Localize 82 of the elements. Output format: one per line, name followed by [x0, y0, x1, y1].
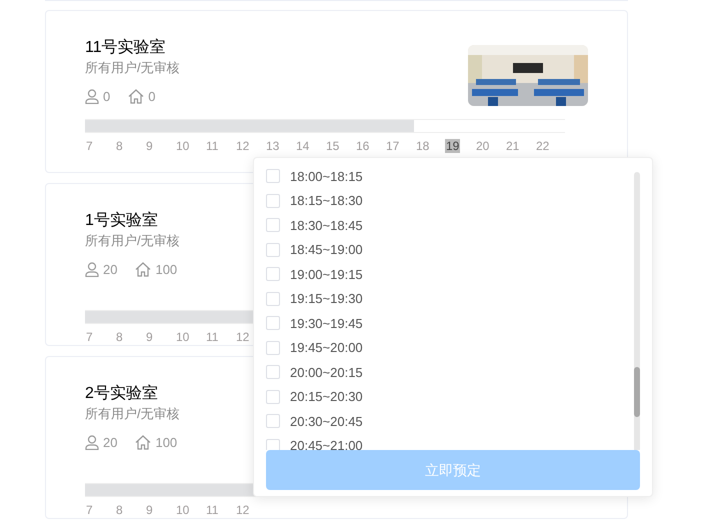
slot-label: 20:30~20:45: [290, 412, 363, 430]
hour-label: 21: [505, 138, 520, 152]
hour-label: 7: [85, 330, 94, 344]
slot-checkbox[interactable]: [266, 292, 280, 306]
hour-label: 8: [115, 502, 124, 516]
slot-checkbox[interactable]: [266, 340, 280, 355]
hour-label: 17: [385, 138, 400, 152]
hour-label: 12: [235, 330, 250, 344]
house-icon: [135, 262, 152, 278]
slot-checkbox[interactable]: [266, 194, 280, 208]
time-slot-option[interactable]: 19:45~20:00: [266, 336, 622, 360]
slot-checkbox[interactable]: [266, 390, 280, 404]
slot-label: 19:45~20:00: [290, 339, 363, 357]
hour-label: 7: [85, 502, 94, 516]
lab-access: 所有用户/无审核: [85, 405, 180, 423]
user-icon: [85, 89, 99, 104]
hour-label: 19: [445, 138, 460, 152]
hour-label: 11: [205, 138, 220, 152]
hour-label: 8: [115, 138, 124, 152]
slot-label: 20:00~20:15: [290, 364, 363, 382]
time-slot-option[interactable]: 19:15~19:30: [266, 286, 622, 311]
hour-label: 9: [145, 502, 154, 516]
hour-label: 14: [295, 138, 310, 152]
hour-label: 9: [145, 138, 154, 152]
slot-checkbox[interactable]: [266, 365, 280, 380]
time-slot-option[interactable]: 20:45~21:00: [266, 434, 622, 450]
hour-label: 10: [175, 138, 190, 152]
capacity-count: 0: [148, 88, 156, 106]
lab-access: 所有用户/无审核: [85, 232, 180, 250]
hour-label: 18: [415, 138, 430, 152]
hour-label: 22: [535, 138, 550, 152]
people-count: 0: [103, 88, 110, 106]
slot-checkbox[interactable]: [266, 438, 280, 450]
time-slot-option[interactable]: 20:00~20:15: [266, 360, 622, 384]
lab-title: 2号实验室: [85, 384, 159, 404]
hour-label: 7: [85, 138, 94, 152]
hour-label: 13: [265, 138, 280, 152]
hour-label: 10: [175, 330, 190, 344]
capacity-count: 100: [155, 434, 178, 452]
hour-label: 12: [235, 502, 250, 516]
time-slot-option[interactable]: 19:00~19:15: [266, 262, 622, 286]
scrollbar-thumb[interactable]: [634, 367, 640, 417]
time-slot-option[interactable]: 20:15~20:30: [266, 384, 622, 409]
slot-label: 19:15~19:30: [290, 290, 363, 308]
hour-label: 12: [235, 138, 250, 152]
people-count: 20: [103, 261, 118, 279]
slot-checkbox[interactable]: [266, 414, 280, 428]
slot-checkbox[interactable]: [266, 218, 280, 232]
house-icon: [135, 435, 152, 450]
time-slot-option[interactable]: 18:30~18:45: [266, 213, 622, 238]
capacity-count: 100: [155, 261, 178, 279]
house-icon: [128, 89, 144, 104]
slot-label: 19:00~19:15: [290, 266, 363, 284]
lab-card[interactable]: 11号实验室 所有用户/无审核 0 0 7 8 9 10 11 12 13 14 15 16 17 18 19 20 21 22: [45, 10, 628, 173]
slot-checkbox[interactable]: [266, 242, 280, 257]
user-icon: [85, 262, 99, 278]
time-slot-option[interactable]: 19:30~19:45: [266, 311, 622, 336]
hour-label: 16: [355, 138, 370, 152]
hour-label: 11: [205, 330, 220, 344]
slot-checkbox[interactable]: [266, 267, 280, 282]
time-slot-option[interactable]: 20:30~20:45: [266, 409, 622, 434]
hour-label: 8: [115, 330, 124, 344]
slot-label: 18:45~19:00: [290, 241, 363, 259]
slot-checkbox[interactable]: [266, 169, 280, 184]
slot-label: 20:15~20:30: [290, 388, 363, 406]
people-count: 20: [103, 434, 118, 452]
slot-label: 18:30~18:45: [290, 216, 363, 234]
hour-label: 20: [475, 138, 490, 152]
time-slot-option[interactable]: 18:15~18:30: [266, 188, 622, 213]
lab-title: 1号实验室: [85, 210, 159, 231]
slot-checkbox[interactable]: [266, 316, 280, 330]
slot-label: 19:30~19:45: [290, 314, 363, 332]
hour-label: 15: [325, 138, 340, 152]
hour-label: 11: [205, 502, 220, 516]
hour-label: 9: [145, 330, 154, 344]
user-icon: [85, 435, 99, 450]
time-slot-option[interactable]: 18:45~19:00: [266, 238, 622, 262]
slot-label: 18:15~18:30: [290, 192, 363, 210]
slot-label: 20:45~21:00: [290, 437, 363, 450]
lab-title: 11号实验室: [85, 38, 167, 58]
lab-access: 所有用户/无审核: [85, 59, 180, 77]
hour-label: 10: [175, 502, 190, 516]
